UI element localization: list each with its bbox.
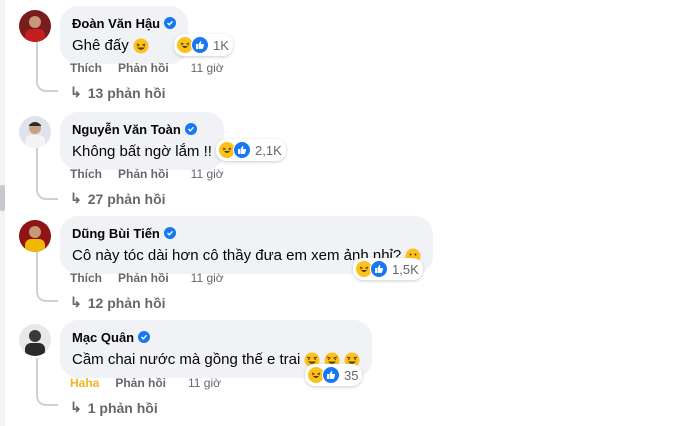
like-icon	[322, 366, 340, 384]
comment-actions: Thích Phản hồi 11 giờ	[70, 167, 240, 181]
thread-line	[36, 252, 38, 290]
author-name[interactable]: Dũng Bùi Tiến	[72, 226, 160, 241]
view-replies-link[interactable]: ↳ 12 phản hồi	[70, 294, 166, 311]
reply-button[interactable]: Phản hồi	[118, 167, 169, 181]
reply-arrow-icon: ↳	[70, 294, 82, 310]
view-replies-link[interactable]: ↳ 27 phản hồi	[70, 190, 166, 207]
reply-arrow-icon: ↳	[70, 399, 82, 415]
reaction-summary[interactable]: 1,5K	[353, 258, 423, 280]
thread-hook	[36, 186, 58, 200]
thread-line	[36, 148, 38, 186]
replies-count[interactable]: 27 phản hồi	[88, 191, 166, 207]
comment-bubble: Nguyễn Văn Toàn Không bất ngờ lắm !!	[60, 112, 224, 170]
haha-reaction-button[interactable]: Haha	[70, 376, 99, 390]
timestamp[interactable]: 11 giờ	[191, 61, 224, 75]
reply-arrow-icon: ↳	[70, 190, 82, 206]
comment-text: Cô này tóc dài hơn cô thầy đưa em xem ản…	[72, 247, 402, 264]
scrollbar-thumb[interactable]	[0, 185, 5, 211]
avatar[interactable]	[19, 116, 51, 148]
reaction-count: 1,5K	[392, 261, 419, 277]
avatar-image	[19, 116, 51, 148]
reaction-count: 1K	[213, 37, 229, 53]
thread-hook	[36, 288, 58, 302]
verified-badge-icon	[184, 123, 197, 135]
timestamp[interactable]: 11 giờ	[188, 376, 221, 390]
reaction-summary[interactable]: 2,1K	[216, 139, 286, 161]
comment-text: Không bất ngờ lắm !!	[72, 143, 212, 160]
comment-actions: Thích Phản hồi 11 giờ	[70, 271, 240, 285]
verified-badge-icon	[138, 331, 151, 343]
verified-badge-icon	[163, 227, 176, 239]
avatar-image	[19, 10, 51, 42]
avatar-image	[19, 220, 51, 252]
verified-badge-icon	[164, 17, 177, 29]
author-name[interactable]: Mạc Quân	[72, 330, 134, 345]
avatar[interactable]	[19, 324, 51, 356]
timestamp[interactable]: 11 giờ	[191, 167, 224, 181]
author-name[interactable]: Nguyễn Văn Toàn	[72, 122, 181, 137]
thread-line	[36, 358, 38, 392]
reply-button[interactable]: Phản hồi	[118, 61, 169, 75]
avatar-image	[19, 324, 51, 356]
reply-button[interactable]: Phản hồi	[115, 376, 166, 390]
timestamp[interactable]: 11 giờ	[191, 271, 224, 285]
reaction-count: 2,1K	[255, 142, 282, 158]
replies-count[interactable]: 1 phản hồi	[88, 400, 158, 416]
like-icon	[191, 36, 209, 54]
reaction-count: 35	[344, 367, 359, 383]
thread-line	[36, 40, 38, 78]
reply-button[interactable]: Phản hồi	[118, 271, 169, 285]
view-replies-link[interactable]: ↳ 13 phản hồi	[70, 84, 166, 101]
thread-hook	[36, 78, 58, 92]
avatar[interactable]	[19, 10, 51, 42]
comment-actions: Thích Phản hồi 11 giờ	[70, 61, 240, 75]
reaction-summary[interactable]: 1K	[174, 34, 233, 56]
reply-arrow-icon: ↳	[70, 84, 82, 100]
reaction-summary[interactable]: 35	[305, 364, 363, 386]
view-replies-link[interactable]: ↳ 1 phản hồi	[70, 399, 158, 416]
like-button[interactable]: Thích	[70, 167, 102, 181]
avatar[interactable]	[19, 220, 51, 252]
replies-count[interactable]: 12 phản hồi	[88, 295, 166, 311]
scrollbar-track[interactable]	[0, 0, 5, 426]
laughing-emoji-icon	[133, 38, 149, 54]
like-button[interactable]: Thích	[70, 61, 102, 75]
replies-count[interactable]: 13 phản hồi	[88, 85, 166, 101]
thread-hook	[36, 392, 58, 406]
comment-bubble: Đoàn Văn Hậu Ghê đấy	[60, 6, 189, 64]
comment-text: Cầm chai nước mà gồng thế e trai	[72, 351, 301, 368]
comment-actions: Haha Phản hồi 11 giờ	[70, 376, 237, 390]
like-icon	[370, 260, 388, 278]
author-name[interactable]: Đoàn Văn Hậu	[72, 16, 160, 31]
comment-text: Ghê đấy	[72, 37, 129, 54]
like-button[interactable]: Thích	[70, 271, 102, 285]
like-icon	[233, 141, 251, 159]
